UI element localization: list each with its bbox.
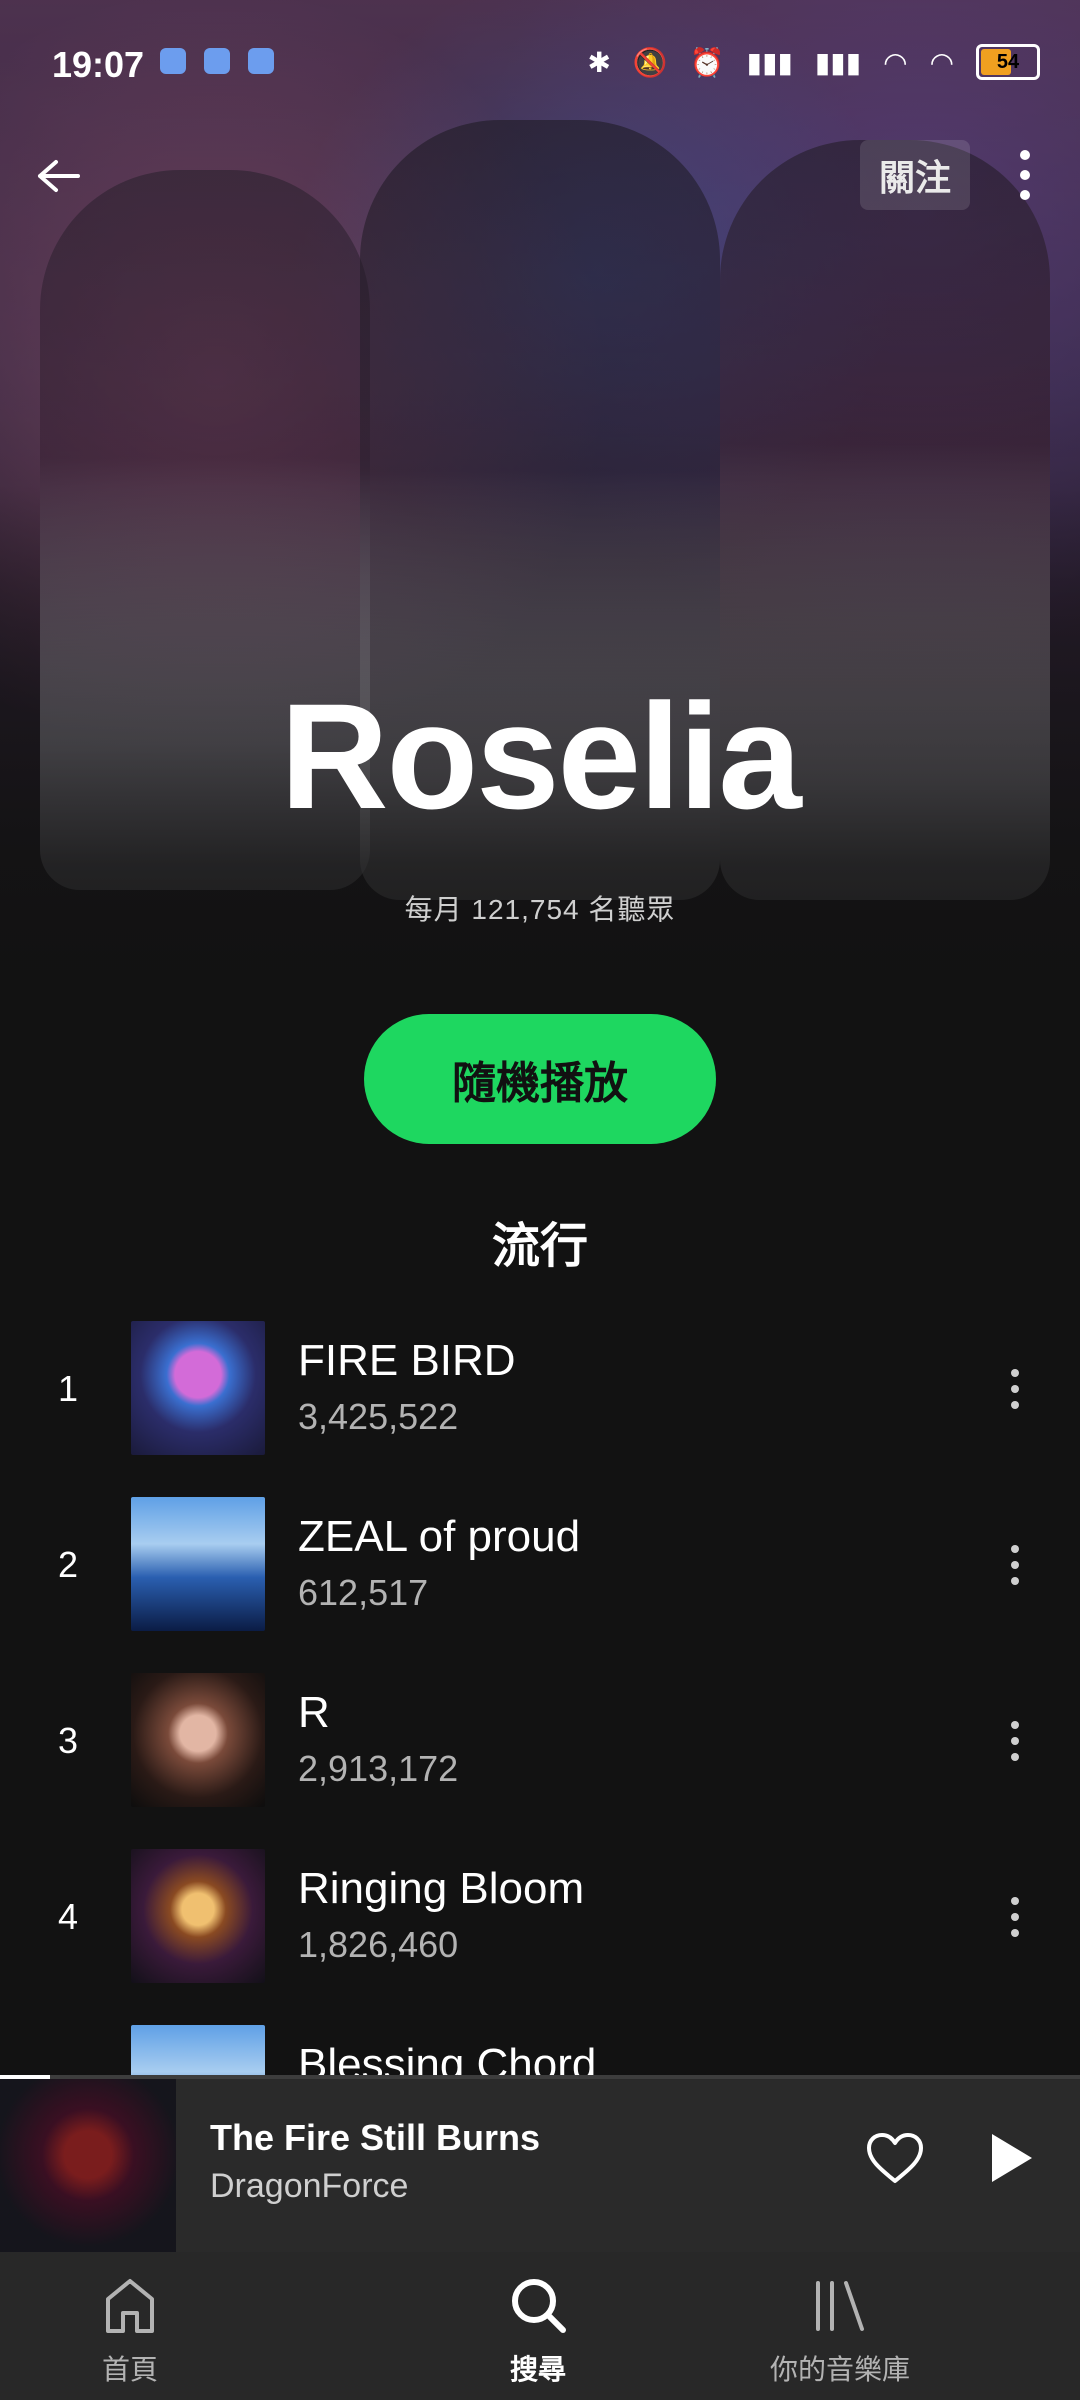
notification-icon [248, 48, 274, 74]
bluetooth-icon: ✱ [587, 46, 611, 78]
track-play-count: 1,826,460 [298, 1924, 459, 1965]
now-playing-title: The Fire Still Burns [210, 2117, 541, 2158]
mini-player[interactable]: The Fire Still Burns DragonForce [0, 2075, 1080, 2252]
wifi-icon: ◠ [883, 46, 908, 78]
playback-progress-fill [0, 2075, 50, 2079]
track-more-button[interactable] [990, 1354, 1040, 1424]
more-vertical-icon [1011, 1369, 1019, 1409]
more-vertical-icon [1020, 150, 1030, 200]
notification-icons [160, 48, 274, 74]
follow-button[interactable]: 關注 [860, 140, 970, 210]
more-vertical-icon [1011, 1721, 1019, 1761]
track-play-count: 3,425,522 [298, 1396, 459, 1437]
now-playing-artist: DragonForce [210, 2167, 409, 2205]
track-cover-image [131, 1673, 265, 1807]
heart-icon [867, 2133, 923, 2183]
playback-progress-bar [0, 2075, 1080, 2079]
nav-library-label: 你的音樂庫 [769, 2354, 910, 2385]
status-time: 19:07 [52, 44, 145, 85]
more-vertical-icon [1011, 1897, 1019, 1937]
hd-signal-icon: ▮▮▮ [814, 46, 862, 78]
more-options-button[interactable] [1000, 140, 1050, 210]
track-more-button[interactable] [990, 1706, 1040, 1776]
track-rank: 1 [57, 1368, 79, 1409]
track-title: Ringing Bloom [298, 1864, 585, 1913]
like-button[interactable] [860, 2123, 930, 2193]
track-play-count: 612,517 [298, 1572, 429, 1613]
track-more-button[interactable] [990, 1530, 1040, 1600]
track-rank: 2 [57, 1544, 79, 1585]
play-button[interactable] [976, 2123, 1046, 2193]
play-icon [992, 2134, 1032, 2182]
home-icon [0, 2270, 310, 2340]
track-cover-image [131, 1849, 265, 1983]
track-title: ZEAL of proud [298, 1512, 581, 1561]
battery-icon: 54 [976, 44, 1040, 80]
silent-icon: 🔕 [632, 46, 668, 78]
now-playing-cover [0, 2075, 176, 2252]
track-row[interactable]: 3 R 2,913,172 [0, 1662, 1080, 1822]
library-icon [660, 2270, 1020, 2340]
track-row[interactable]: 1 FIRE BIRD 3,425,522 [0, 1310, 1080, 1470]
back-button[interactable] [28, 146, 88, 206]
popular-section-title: 流行 [491, 1220, 588, 1273]
status-bar: 19:07 ✱ 🔕 ⏰ ▮▮▮ ▮▮▮ ◠ ◠ 54 [0, 0, 1080, 120]
track-play-count: 2,913,172 [298, 1748, 459, 1789]
track-rank: 4 [57, 1896, 79, 1937]
track-title: R [298, 1688, 330, 1737]
track-cover-image [131, 1321, 265, 1455]
track-row[interactable]: 4 Ringing Bloom 1,826,460 [0, 1838, 1080, 1998]
notification-icon [160, 48, 186, 74]
top-bar: 關注 [0, 120, 1080, 230]
more-vertical-icon [1011, 1545, 1019, 1585]
back-arrow-icon [38, 160, 80, 192]
track-more-button[interactable] [990, 1882, 1040, 1952]
shuffle-play-button[interactable]: 隨機播放 [364, 1014, 716, 1144]
notification-icon [204, 48, 230, 74]
track-title: FIRE BIRD [298, 1336, 516, 1385]
artist-name: Roselia [280, 672, 802, 840]
status-icons: ✱ 🔕 ⏰ ▮▮▮ ▮▮▮ ◠ ◠ 54 [587, 44, 1040, 80]
track-cover-image [131, 1497, 265, 1631]
nav-home-label: 首頁 [101, 2354, 158, 2385]
battery-percent: 54 [996, 50, 1020, 73]
monthly-listeners: 每月 121,754 名聽眾 [404, 894, 676, 925]
hd-signal-icon: ▮▮▮ [746, 46, 793, 78]
bottom-navigation: 首頁 搜尋 你的音樂庫 [0, 2252, 1080, 2400]
track-row[interactable]: 2 ZEAL of proud 612,517 [0, 1486, 1080, 1646]
wifi-icon: ◠ [929, 46, 954, 78]
nav-library[interactable]: 你的音樂庫 [660, 2252, 1020, 2400]
alarm-icon: ⏰ [689, 46, 725, 78]
track-rank: 3 [57, 1720, 79, 1761]
